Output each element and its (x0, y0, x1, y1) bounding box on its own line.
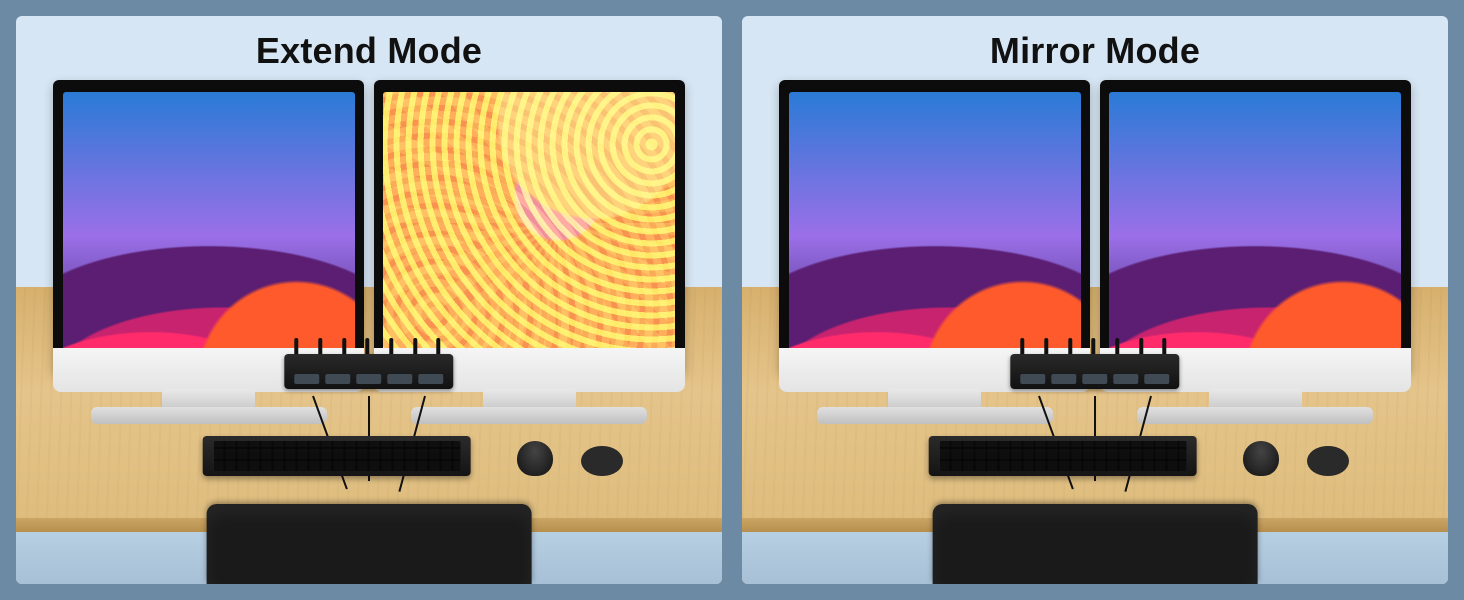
port-icon (1113, 374, 1138, 385)
port-icon (294, 374, 319, 385)
port-icon (1051, 374, 1076, 385)
keyboard (929, 436, 1197, 477)
office-chair (933, 504, 1258, 584)
port-icon (356, 374, 381, 385)
kvm-switch (1010, 338, 1179, 389)
kvm-ports (1020, 374, 1169, 385)
panel-mirror-mode: Mirror Mode (742, 16, 1448, 584)
port-icon (1145, 374, 1170, 385)
kvm-switch (284, 338, 453, 389)
panel-title: Extend Mode (16, 30, 722, 72)
monitor-foot (817, 407, 1053, 425)
mouse (1243, 441, 1278, 477)
scene (742, 72, 1448, 584)
keyboard (203, 436, 471, 477)
kvm-ports (294, 374, 443, 385)
port-icon (1020, 374, 1045, 385)
office-chair (207, 504, 532, 584)
kvm-body (284, 354, 453, 390)
scene (16, 72, 722, 584)
port-icon (419, 374, 444, 385)
port-icon (387, 374, 412, 385)
mouse (517, 441, 552, 477)
screen-content (789, 92, 1081, 355)
monitor-pair (16, 80, 722, 372)
panel-extend-mode: Extend Mode (16, 16, 722, 584)
port-icon (325, 374, 350, 385)
monitor-right (374, 80, 685, 372)
monitor-foot (1137, 407, 1373, 425)
screen-content (1109, 92, 1401, 355)
monitor-pair (742, 80, 1448, 372)
monitor-foot (411, 407, 647, 425)
kvm-body (1010, 354, 1179, 390)
comparison-graphic: Extend Mode (0, 0, 1464, 600)
monitor-left (53, 80, 364, 372)
monitor-right (1100, 80, 1411, 372)
port-icon (1082, 374, 1107, 385)
screen-content (383, 92, 675, 355)
screen-content (63, 92, 355, 355)
panel-title: Mirror Mode (742, 30, 1448, 72)
monitor-left (779, 80, 1090, 372)
monitor-foot (91, 407, 327, 425)
